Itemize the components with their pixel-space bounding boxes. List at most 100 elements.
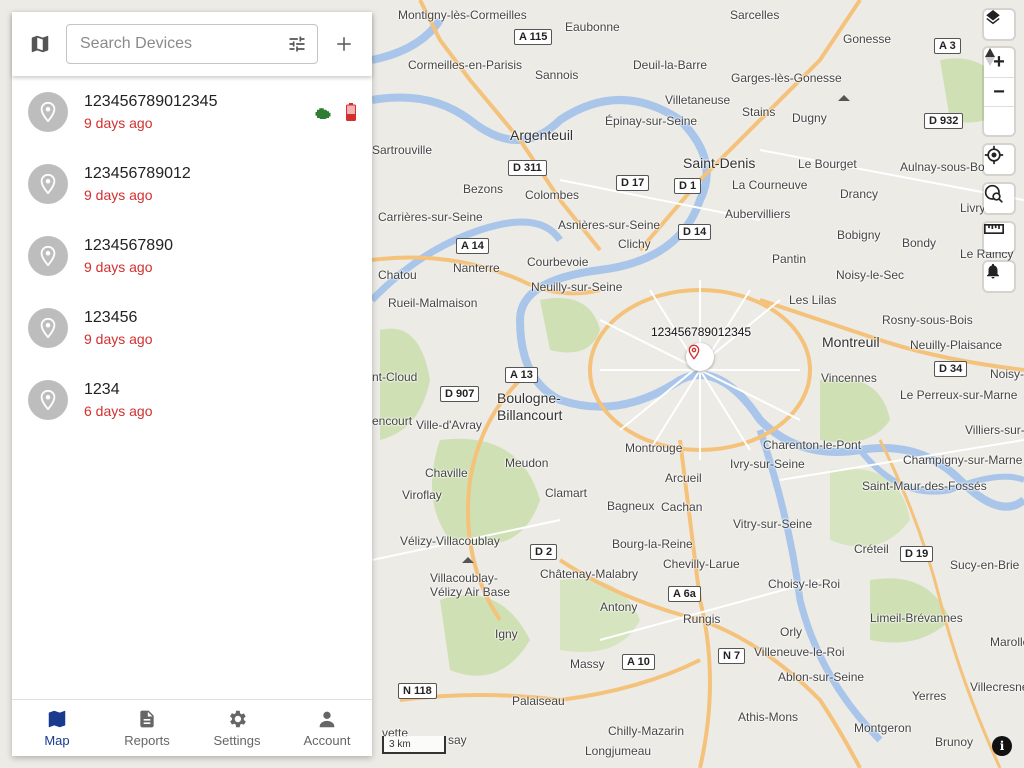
map-place-label: Cormeilles-en-Parisis [408, 58, 523, 72]
road-shield: A 10 [622, 654, 655, 670]
map-toggle-button[interactable] [20, 21, 60, 67]
map-icon [31, 35, 49, 53]
device-name: 123456789012 [84, 165, 191, 182]
map-place-label: Neuilly-Plaisance [910, 338, 1003, 352]
map-place-label: Sartrouville [372, 143, 433, 157]
map-place-label: Chaville [425, 466, 468, 480]
device-last-seen: 9 days ago [84, 187, 153, 203]
map-place-label: Nanterre [453, 261, 500, 275]
notifications-control[interactable] [984, 262, 1014, 291]
sidebar-toolbar [12, 12, 372, 76]
map-place-label: Carrières-sur-Seine [378, 210, 483, 224]
info-icon[interactable]: i [992, 736, 1012, 756]
device-last-seen: 9 days ago [84, 259, 153, 275]
map-place-label: Sannois [535, 68, 579, 82]
nav-account-label: Account [303, 733, 351, 748]
map-place-label: Ablon-sur-Seine [778, 670, 865, 684]
device-marker[interactable] [686, 343, 714, 371]
device-last-seen: 9 days ago [84, 115, 153, 131]
device-name: 1234567890 [84, 237, 173, 254]
device-list-item[interactable]: 123456789012345 9 days ago [12, 76, 372, 148]
map-place-label: Vitry-sur-Seine [733, 517, 813, 531]
compass-button[interactable] [984, 48, 1014, 135]
map-place-label: Bagneux [607, 499, 655, 513]
search-box[interactable] [66, 24, 318, 64]
map-place-label: Noisy- [990, 367, 1024, 381]
ruler-icon [984, 224, 1004, 234]
map-place-label: Saint-Maur-des-Fossés [862, 479, 987, 493]
map-scale: 3 km [382, 736, 446, 754]
map-place-label: Bondy [902, 236, 937, 250]
device-last-seen: 9 days ago [84, 331, 153, 347]
filter-icon[interactable] [287, 34, 307, 54]
notifications-button[interactable] [984, 262, 1014, 291]
ruler-control[interactable] [984, 223, 1014, 252]
road-shield: A 115 [514, 29, 553, 45]
locate-control[interactable] [984, 145, 1014, 174]
device-avatar [28, 308, 68, 348]
device-avatar [28, 92, 68, 132]
device-avatar [28, 236, 68, 276]
map-place-label: Épinay-sur-Seine [605, 114, 698, 128]
map-place-label: Bobigny [837, 228, 881, 242]
battery-low-icon [346, 103, 356, 121]
nav-account[interactable]: Account [282, 700, 372, 756]
zoom-out-button[interactable]: − [984, 77, 1014, 106]
map-place-label: nt-Cloud [372, 370, 418, 384]
map-place-label: Marolles [990, 635, 1024, 649]
map-place-label: Viroflay [402, 488, 442, 502]
location-pin-icon [40, 389, 56, 411]
location-pin-icon [40, 317, 56, 339]
map-place-label: Sucy-en-Brie [950, 558, 1020, 572]
map-place-label: Vélizy-Villacoublay [400, 534, 500, 548]
map-place-label: Courbevoie [527, 255, 589, 269]
map-place-label: Montigny-lès-Cormeilles [398, 8, 527, 22]
map-place-label: Les Lilas [789, 293, 837, 307]
device-avatar [28, 380, 68, 420]
map-place-label: Ville-d'Avray [416, 418, 482, 432]
map-place-label: Rosny-sous-Bois [882, 313, 973, 327]
device-list-item[interactable]: 123456789012 9 days ago [12, 148, 372, 220]
map-place-label: Argenteuil [510, 127, 574, 143]
zoom-control[interactable]: + − [984, 48, 1014, 135]
add-device-button[interactable] [324, 21, 364, 67]
search-input[interactable] [80, 35, 287, 53]
device-name: 123456789012345 [84, 93, 218, 110]
road-shield: D 17 [616, 175, 650, 191]
gear-icon [230, 710, 246, 728]
nav-map[interactable]: Map [12, 700, 102, 756]
follow-control[interactable] [984, 184, 1014, 213]
road-shield: D 1 [674, 178, 702, 194]
map-place-label: Livry [960, 201, 986, 215]
nav-reports[interactable]: Reports [102, 700, 192, 756]
map-place-label: Meudon [505, 456, 549, 470]
device-list-item[interactable]: 1234567890 9 days ago [12, 220, 372, 292]
map-place-label: Eaubonne [565, 20, 620, 34]
device-list-item[interactable]: 123456 9 days ago [12, 292, 372, 364]
map-place-label: Vélizy Air Base [430, 585, 511, 599]
globe-search-icon [984, 184, 1003, 203]
search-area-button[interactable] [984, 184, 1014, 213]
map-place-label: Champigny-sur-Marne [903, 453, 1023, 467]
layers-control[interactable] [984, 10, 1014, 39]
map-place-label: Orly [780, 625, 802, 639]
location-pin-icon [40, 173, 56, 195]
device-list-item[interactable]: 1234 6 days ago [12, 364, 372, 436]
map-place-label: Villetaneuse [665, 93, 731, 107]
map-place-label: Aubervilliers [725, 207, 791, 221]
my-location-button[interactable] [984, 145, 1014, 174]
map-place-label: Choisy-le-Roi [768, 577, 841, 591]
layers-button[interactable] [984, 10, 1014, 39]
bottom-navigation: Map Reports Settings Account [12, 699, 372, 756]
road-shield: D 34 [934, 361, 968, 377]
person-icon [319, 711, 335, 728]
measure-button[interactable] [984, 223, 1014, 252]
location-pin-icon [688, 344, 700, 360]
location-pin-icon [40, 245, 56, 267]
map-place-label: Dugny [792, 111, 827, 125]
map-place-label: Montgeron [854, 721, 912, 735]
nav-settings[interactable]: Settings [192, 700, 282, 756]
map-place-label: Massy [570, 657, 605, 671]
device-name: 1234 [84, 381, 120, 398]
map-place-label: Le Bourget [798, 157, 857, 171]
